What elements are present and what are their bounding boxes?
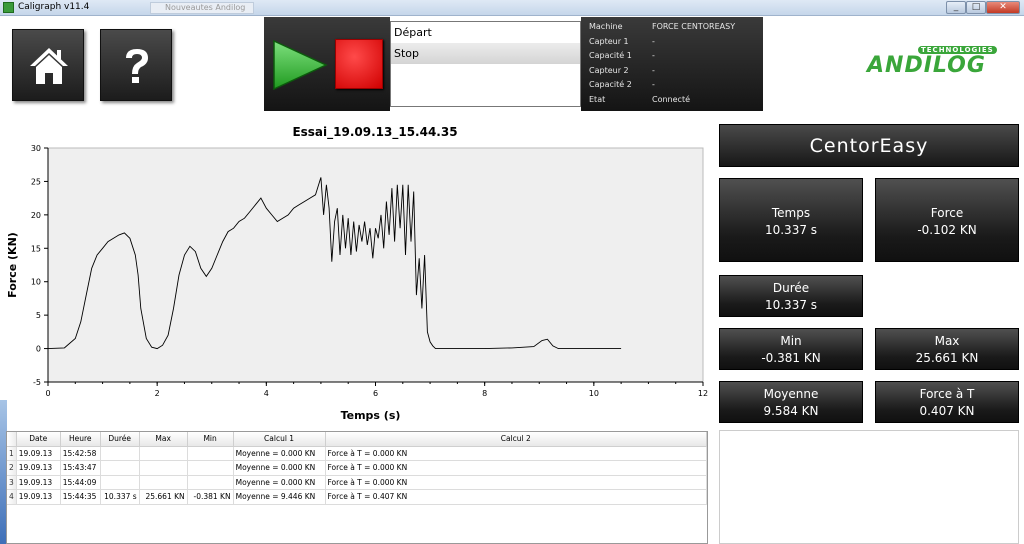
stat-min: Min -0.381 KN	[719, 328, 863, 370]
question-icon	[126, 49, 148, 83]
stat-force: Force -0.102 KN	[875, 178, 1019, 262]
machine-info-row: Capteur 1-	[589, 36, 655, 46]
menu-item-depart[interactable]: Départ	[391, 22, 580, 43]
column-header-heure[interactable]: Heure	[60, 432, 101, 447]
y-tick-label: 5	[36, 311, 41, 320]
y-axis-label: Force (KN)	[6, 232, 19, 298]
x-tick-label: 12	[698, 389, 708, 398]
stat-label: Force	[930, 206, 964, 220]
play-icon	[273, 39, 328, 91]
x-tick-label: 8	[482, 389, 487, 398]
window-title: Caligraph v11.4	[18, 2, 90, 12]
force-time-chart: -5 0 5 10 15 20 25 30 0 2 4 6 8 10 12 Temps (s) Force (K…	[6, 144, 708, 422]
y-tick-label: -5	[33, 378, 41, 387]
stat-value: 9.584 KN	[763, 404, 819, 418]
table-row[interactable]: 1 19.09.13 15:42:58 Moyenne = 0.000 KN F…	[7, 446, 707, 461]
machine-model-label: CentorEasy	[719, 124, 1019, 167]
stat-value: -0.102 KN	[917, 223, 977, 237]
table-row[interactable]: 2 19.09.13 15:43:47 Moyenne = 0.000 KN F…	[7, 460, 707, 476]
stat-value: 0.407 KN	[919, 404, 975, 418]
plot-area	[47, 147, 704, 383]
x-tick-label: 4	[264, 389, 269, 398]
stat-label: Durée	[772, 281, 810, 295]
stat-value: 10.337 s	[764, 298, 818, 312]
stat-label: Min	[780, 334, 802, 348]
stop-button[interactable]	[335, 39, 383, 89]
machine-info-row: Capacité 1-	[589, 51, 655, 61]
machine-info-row: Capacité 2-	[589, 80, 655, 90]
andilog-logo: TECHNOLOGIES ANDILOG	[862, 44, 1022, 84]
play-button[interactable]	[270, 39, 328, 91]
column-header-min[interactable]: Min	[187, 432, 234, 447]
menu-item-stop[interactable]: Stop	[391, 43, 580, 64]
column-header-max[interactable]: Max	[139, 432, 188, 447]
column-header-duree[interactable]: Durée	[100, 432, 140, 447]
results-table[interactable]: Date Heure Durée Max Min Calcul 1 Calcul…	[6, 431, 708, 544]
stat-duree: Durée 10.337 s	[719, 275, 863, 317]
chart-title: Essai_19.09.13_15.44.35	[292, 125, 458, 139]
table-header-row: Date Heure Durée Max Min Calcul 1 Calcul…	[7, 432, 707, 447]
window-title-bar: Caligraph v11.4 Nouveautes Andilog _ □ ✕	[0, 0, 1024, 16]
machine-info-panel: Machine FORCE CENTOREASY Capteur 1- Capac…	[581, 17, 763, 111]
y-tick-label: 0	[36, 345, 41, 354]
notes-area	[719, 430, 1019, 544]
stat-value: 10.337 s	[764, 223, 818, 237]
column-header-calcul1[interactable]: Calcul 1	[233, 432, 326, 447]
background-tab[interactable]: Nouveautes Andilog	[150, 2, 254, 14]
table-row[interactable]: 3 19.09.13 15:44:09 Moyenne = 0.000 KN F…	[7, 475, 707, 490]
y-tick-label: 30	[31, 144, 41, 153]
stat-max: Max 25.661 KN	[875, 328, 1019, 370]
command-list[interactable]: Départ Stop	[390, 21, 581, 107]
column-header-calcul2[interactable]: Calcul 2	[325, 432, 707, 447]
home-button[interactable]	[12, 29, 84, 101]
y-tick-label: 25	[31, 177, 41, 186]
stat-force-a-t: Force à T 0.407 KN	[875, 381, 1019, 423]
maximize-button[interactable]: □	[966, 1, 986, 14]
y-tick-label: 15	[31, 244, 41, 253]
stat-label: Temps	[771, 206, 811, 220]
stat-label: Force à T	[919, 387, 975, 401]
stat-value: 25.661 KN	[915, 351, 979, 365]
x-tick-label: 6	[373, 389, 378, 398]
y-tick-label: 10	[31, 278, 41, 287]
y-tick-label: 20	[31, 211, 41, 220]
x-axis-label: Temps (s)	[341, 409, 401, 422]
table-row[interactable]: 4 19.09.13 15:44:35 10.337 s 25.661 KN -…	[7, 489, 707, 505]
stat-label: Moyenne	[763, 387, 819, 401]
column-header-date[interactable]: Date	[16, 432, 61, 447]
help-button[interactable]	[100, 29, 172, 101]
stat-temps: Temps 10.337 s	[719, 178, 863, 262]
x-tick-label: 10	[589, 389, 599, 398]
app-icon	[3, 2, 14, 13]
stat-label: Max	[934, 334, 960, 348]
stat-value: -0.381 KN	[761, 351, 821, 365]
minimize-button[interactable]: _	[946, 1, 966, 14]
x-tick-label: 0	[45, 389, 50, 398]
x-tick-label: 2	[155, 389, 160, 398]
machine-info-row: Capteur 2-	[589, 65, 655, 75]
stat-moyenne: Moyenne 9.584 KN	[719, 381, 863, 423]
row-number-header	[7, 432, 17, 447]
close-button[interactable]: ✕	[986, 1, 1020, 14]
machine-info-row: Etat Connecté	[589, 94, 690, 104]
machine-info-row: Machine FORCE CENTOREASY	[589, 22, 736, 31]
home-icon	[30, 48, 68, 84]
logo-brand: ANDILOG	[867, 53, 986, 78]
